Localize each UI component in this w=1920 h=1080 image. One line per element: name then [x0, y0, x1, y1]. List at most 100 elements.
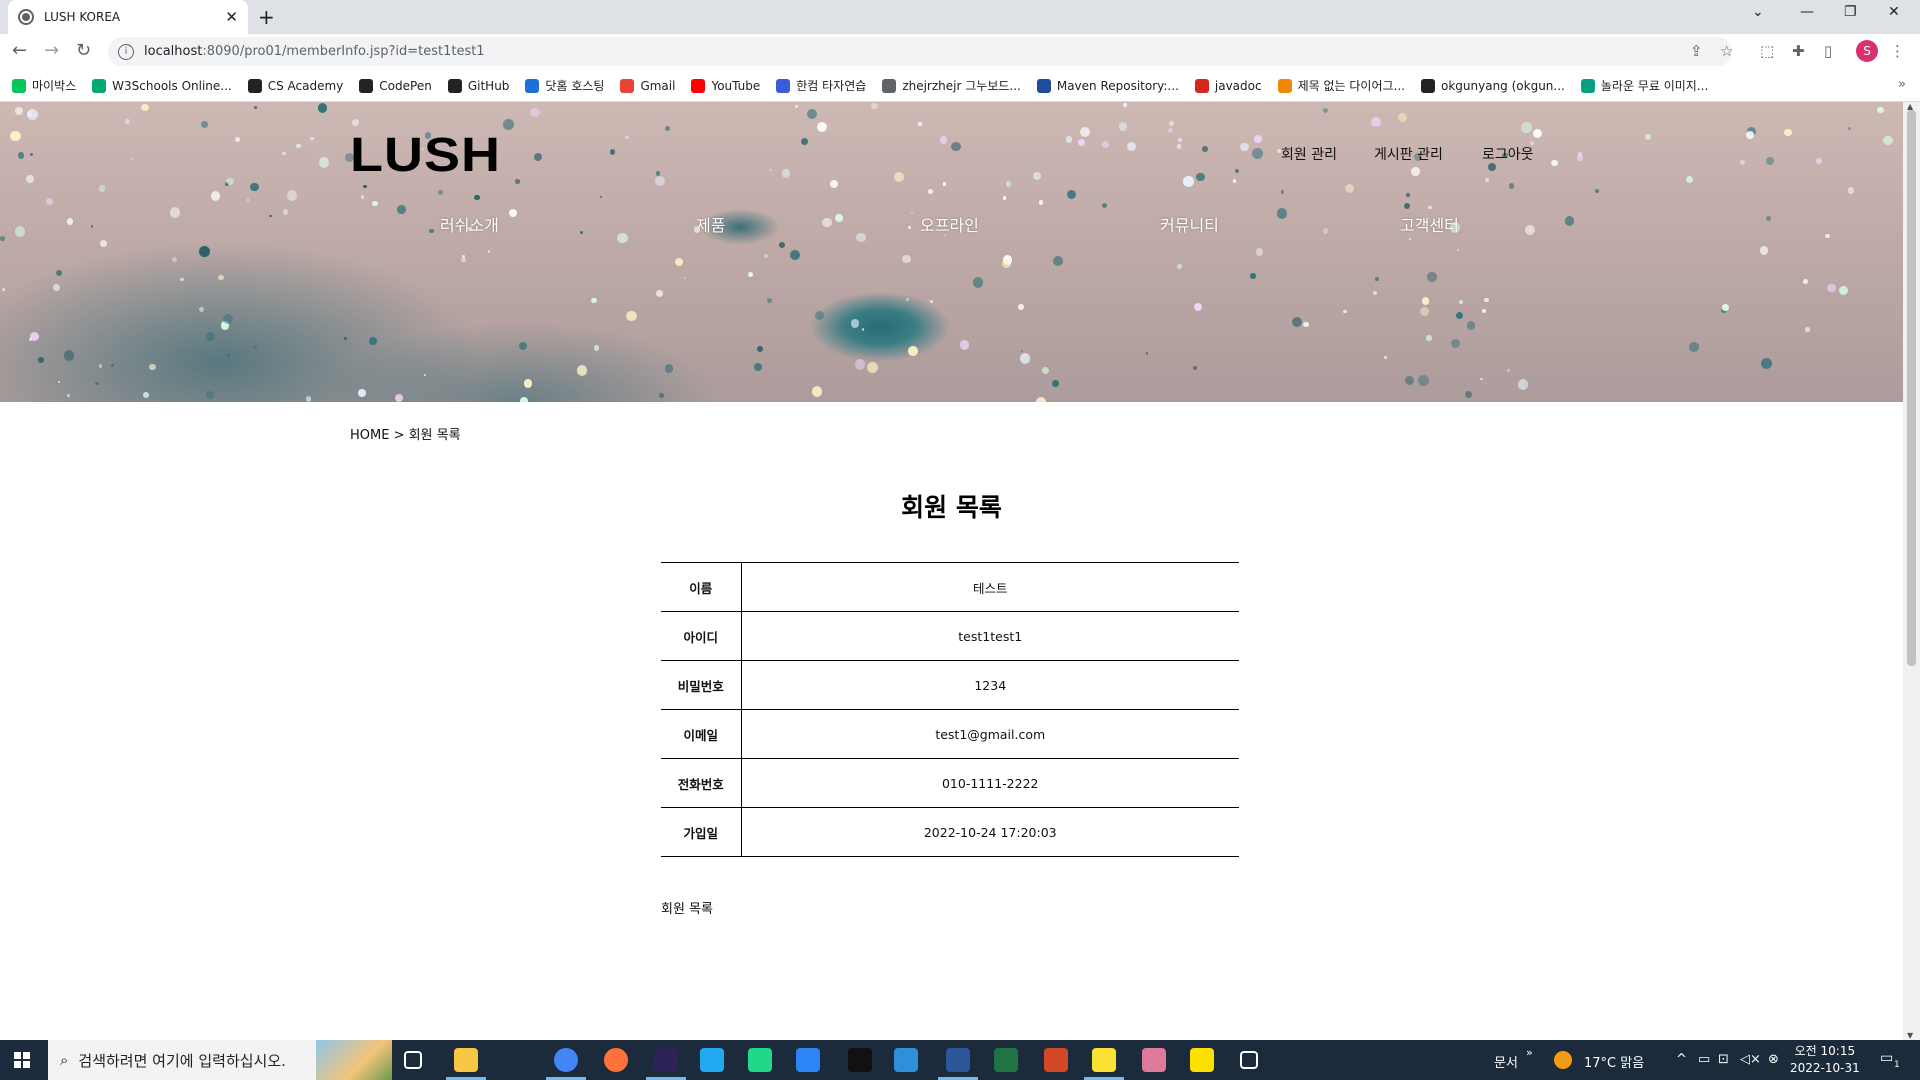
eclipse-app-icon[interactable]: [654, 1048, 678, 1072]
page-scrollbar[interactable]: ▲ ▼: [1903, 102, 1920, 1040]
bookmark-item[interactable]: GitHub: [447, 78, 509, 93]
bookmark-item[interactable]: javadoc: [1194, 78, 1262, 93]
close-tab-icon[interactable]: ✕: [225, 8, 238, 26]
member-list-link[interactable]: 회원 목록: [661, 898, 713, 917]
extension-icon[interactable]: ⬚: [1760, 42, 1774, 60]
tab-search-icon[interactable]: ⌄: [1752, 4, 1764, 20]
bookmark-item[interactable]: 놀라운 무료 이미지...: [1580, 77, 1708, 94]
kakao-app-icon[interactable]: [1190, 1048, 1214, 1072]
taskbar-search-box[interactable]: ⌕ 검색하려면 여기에 입력하십시오.: [48, 1040, 392, 1080]
sourcetree-app-icon[interactable]: [796, 1048, 820, 1072]
bookmark-item[interactable]: 제목 없는 다이어그...: [1277, 77, 1405, 94]
forward-button[interactable]: →: [44, 40, 59, 61]
bookmark-favicon-icon: [447, 78, 462, 93]
menu-kebab-icon[interactable]: ⋮: [1890, 42, 1905, 60]
volume-muted-icon[interactable]: ◁×: [1740, 1052, 1761, 1067]
tray-display-icon[interactable]: ▭: [1698, 1052, 1710, 1067]
gnb-about[interactable]: 러쉬소개: [440, 212, 499, 236]
new-tab-button[interactable]: +: [258, 5, 275, 29]
sticky-app-icon[interactable]: [1092, 1048, 1116, 1072]
bookmark-star-icon[interactable]: ☆: [1720, 42, 1733, 60]
top-menu-logout[interactable]: 로그아웃: [1482, 144, 1534, 164]
site-info-icon[interactable]: i: [118, 43, 134, 60]
bookmark-item[interactable]: 닷홈 호스팅: [525, 77, 604, 94]
decorative-bubble: [579, 230, 583, 234]
bookmark-item[interactable]: zhejrzhejr 그누보드...: [882, 77, 1021, 94]
join-date-label: 가입일: [661, 807, 742, 857]
reload-button[interactable]: ↻: [76, 40, 91, 61]
scrollbar-thumb[interactable]: [1907, 110, 1916, 666]
decorative-bubble: [1101, 203, 1107, 209]
decorative-bubble: [655, 171, 661, 176]
back-button[interactable]: ←: [12, 40, 27, 61]
decorative-bubble: [282, 209, 288, 215]
decorative-bubble: [917, 121, 922, 127]
network-icon[interactable]: ⊡: [1718, 1052, 1729, 1067]
gnb-offline[interactable]: 오프라인: [920, 212, 979, 236]
profile-avatar[interactable]: S: [1856, 40, 1878, 62]
chrome-app-icon[interactable]: [554, 1048, 578, 1072]
bookmark-item[interactable]: Gmail: [620, 78, 675, 93]
decorative-bubble: [218, 274, 225, 281]
decorative-bubble: [1644, 133, 1651, 141]
vscode-app-icon[interactable]: [700, 1048, 724, 1072]
terminal-app-icon[interactable]: [848, 1048, 872, 1072]
bookmarks-overflow-icon[interactable]: »: [1898, 77, 1906, 92]
browser-tab[interactable]: LUSH KOREA ✕: [8, 0, 248, 34]
top-menu-board-admin[interactable]: 게시판 관리: [1374, 144, 1443, 164]
bookmark-item[interactable]: W3Schools Online...: [92, 78, 232, 93]
paint-app-icon[interactable]: [1142, 1048, 1166, 1072]
tray-chevron-up-icon[interactable]: ^: [1676, 1052, 1687, 1067]
weather-text[interactable]: 17°C 맑음: [1584, 1052, 1644, 1071]
top-menu-member-admin[interactable]: 회원 관리: [1281, 144, 1337, 164]
decorative-bubble: [856, 232, 866, 243]
windows-start-icon[interactable]: [14, 1052, 30, 1068]
notification-icon[interactable]: ▭: [1880, 1050, 1893, 1066]
bookmark-item[interactable]: CodePen: [359, 78, 432, 93]
system-clock[interactable]: 오전 10:15 2022-10-31: [1790, 1043, 1860, 1077]
bookmark-item[interactable]: okgunyang (okgun...: [1421, 78, 1565, 93]
settings-app-icon[interactable]: [1240, 1051, 1258, 1069]
decorative-bubble: [835, 214, 843, 222]
pycharm-app-icon[interactable]: [748, 1048, 772, 1072]
side-panel-icon[interactable]: ▯: [1824, 42, 1832, 60]
decorative-bubble: [0, 236, 5, 241]
decorative-bubble: [360, 195, 365, 199]
gnb-products[interactable]: 제품: [696, 212, 725, 236]
gnb-community[interactable]: 커뮤니티: [1160, 212, 1219, 236]
decorative-bubble: [1102, 141, 1109, 148]
decorative-bubble: [200, 120, 208, 129]
word-app-icon[interactable]: [946, 1048, 970, 1072]
powerpoint-app-icon[interactable]: [1044, 1048, 1068, 1072]
vmware-app-icon[interactable]: [894, 1048, 918, 1072]
gnb-customer-center[interactable]: 고객센터: [1400, 212, 1459, 236]
excel-app-icon[interactable]: [994, 1048, 1018, 1072]
decorative-bubble: [343, 336, 347, 341]
decorative-bubble: [778, 242, 786, 249]
bookmark-item[interactable]: CS Academy: [247, 78, 343, 93]
globe-icon: [18, 9, 34, 25]
bookmark-item[interactable]: YouTube: [691, 78, 760, 93]
minimize-button[interactable]: —: [1800, 4, 1814, 20]
id-value: test1test1: [741, 611, 1239, 661]
tray-overflow-icon[interactable]: »: [1526, 1046, 1533, 1059]
bookmark-item[interactable]: 마이박스: [12, 77, 76, 94]
decorative-bubble: [222, 313, 233, 324]
ime-icon[interactable]: ⊗: [1768, 1052, 1779, 1067]
taskview-app-icon[interactable]: [404, 1051, 422, 1069]
bookmark-item[interactable]: Maven Repository:...: [1036, 78, 1179, 93]
site-logo[interactable]: LUSH: [350, 127, 501, 183]
restore-button[interactable]: ❐: [1844, 4, 1857, 20]
close-window-button[interactable]: ✕: [1888, 4, 1900, 20]
bookmark-label: okgunyang (okgun...: [1441, 78, 1565, 93]
scroll-down-icon[interactable]: ▼: [1907, 1031, 1913, 1040]
address-bar[interactable]: i localhost:8090/pro01/memberInfo.jsp?id…: [108, 37, 1732, 66]
decorative-bubble: [1877, 106, 1884, 114]
firefox-app-icon[interactable]: [604, 1048, 628, 1072]
explorer-app-icon[interactable]: [454, 1048, 478, 1072]
decorative-bubble: [861, 327, 865, 331]
puzzle-extensions-icon[interactable]: ✚: [1792, 42, 1805, 60]
tray-docs-label[interactable]: 문서: [1494, 1052, 1518, 1071]
bookmark-item[interactable]: 한컴 타자연습: [776, 77, 866, 94]
share-icon[interactable]: ⇪: [1690, 42, 1703, 60]
